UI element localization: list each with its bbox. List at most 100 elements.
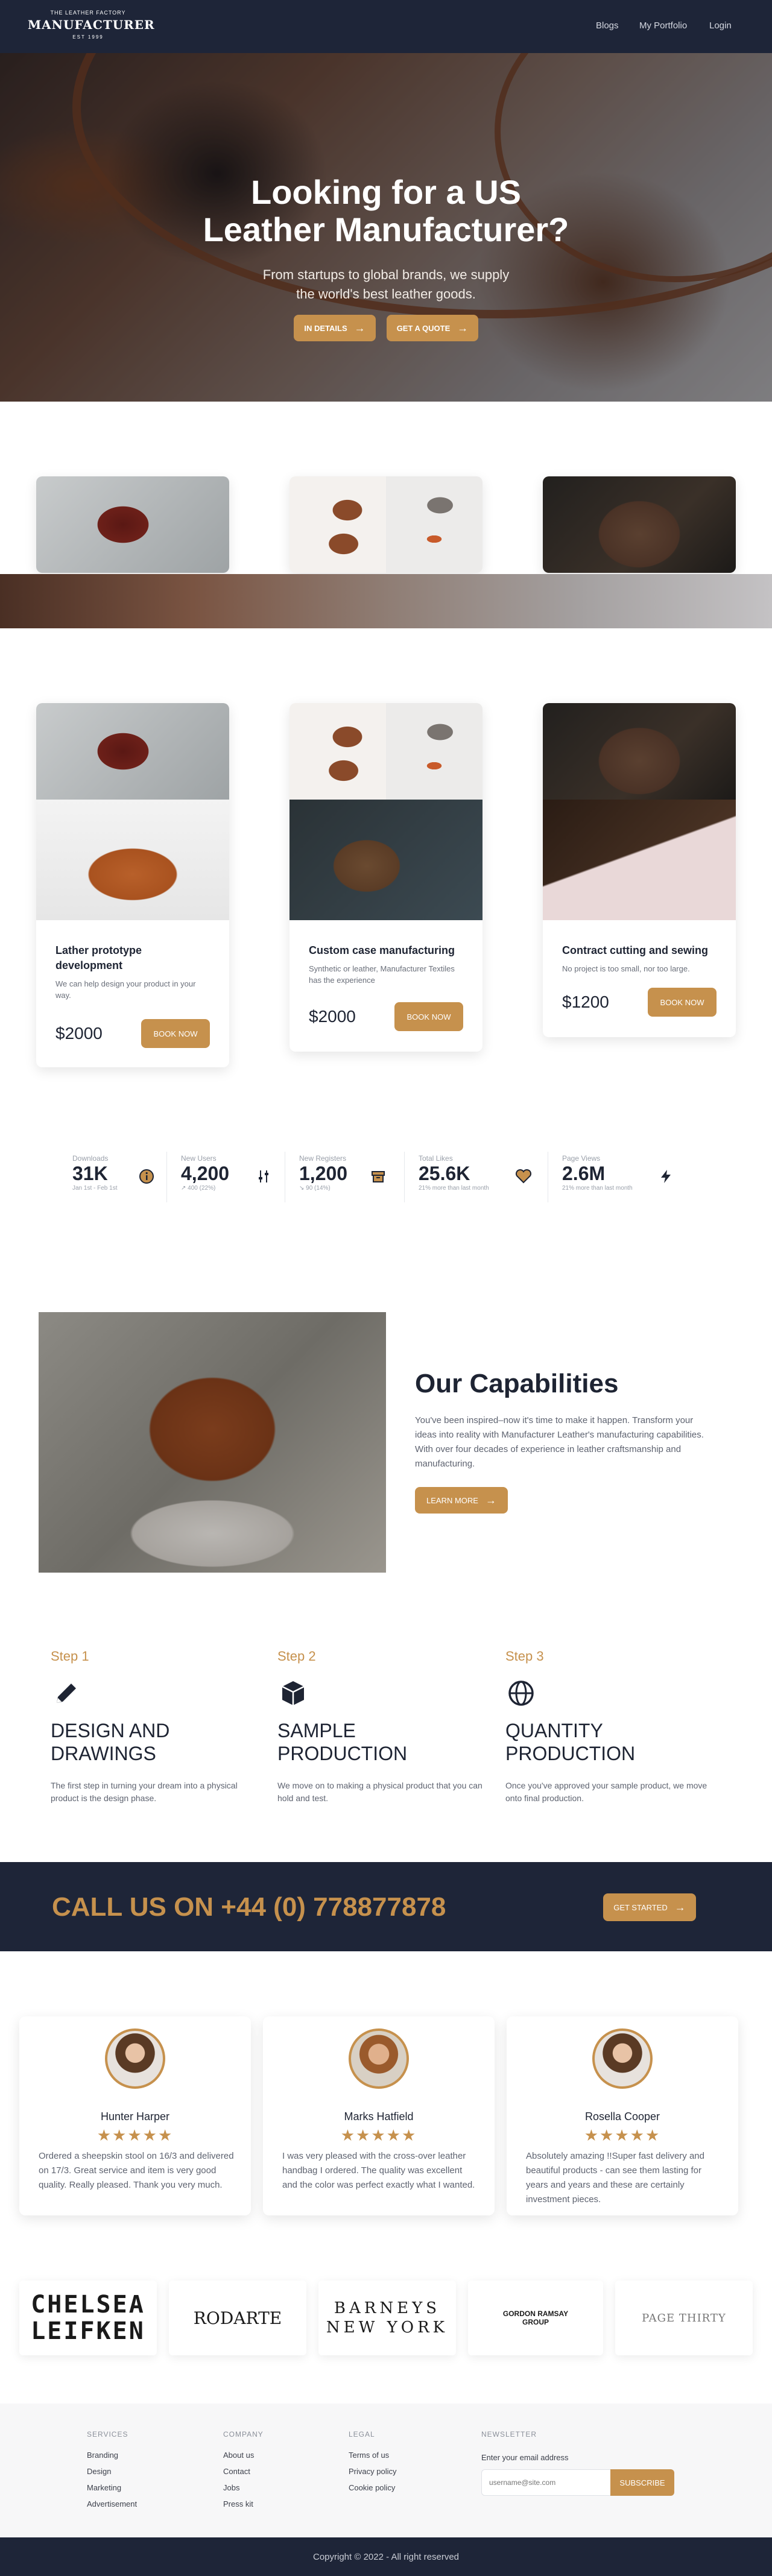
step-desc: Once you've approved your sample product… bbox=[505, 1781, 707, 1803]
product-price: $2000 bbox=[55, 1024, 103, 1043]
product-image-messenger-bag bbox=[36, 800, 229, 920]
book-now-button[interactable]: BOOK NOW bbox=[648, 988, 717, 1017]
footer-link[interactable]: Privacy policy bbox=[349, 2467, 396, 2476]
step-title-line1: QUANTITY bbox=[505, 1720, 603, 1741]
footer-link[interactable]: Branding bbox=[87, 2451, 137, 2460]
leather-image-band bbox=[0, 574, 772, 628]
newsletter-form: SUBSCRIBE bbox=[481, 2469, 674, 2496]
product-card: Contract cutting and sewing No project i… bbox=[543, 703, 736, 1037]
brand-line1: GORDON RAMSAY bbox=[502, 2309, 569, 2318]
step-title-line2: PRODUCTION bbox=[277, 1743, 408, 1764]
in-details-button[interactable]: IN DETAILS → bbox=[294, 315, 376, 341]
footer-link[interactable]: About us bbox=[223, 2451, 264, 2460]
cube-icon bbox=[282, 1681, 305, 1705]
star-rating-icon: ★★★★★ bbox=[584, 2126, 661, 2144]
footer-legal: LEGAL Terms of us Privacy policy Cookie … bbox=[349, 2430, 396, 2492]
brand-line1: RODARTE bbox=[193, 2308, 282, 2328]
get-started-button[interactable]: GET STARTED → bbox=[603, 1893, 696, 1921]
product-image-case bbox=[290, 800, 482, 920]
product-desc: Synthetic or leather, Manufacturer Texti… bbox=[309, 964, 455, 985]
testimonial-card: Hunter Harper ★★★★★ Ordered a sheepskin … bbox=[19, 2016, 251, 2215]
star-rating-icon: ★★★★★ bbox=[340, 2126, 417, 2144]
newsletter-label: Enter your email address bbox=[481, 2453, 569, 2462]
testimonial-text: Ordered a sheepskin stool on 16/3 and de… bbox=[39, 2151, 234, 2190]
step-label: Step 3 bbox=[505, 1649, 544, 1664]
stat-value: 1,200 bbox=[299, 1163, 348, 1184]
step-label: Step 1 bbox=[51, 1649, 89, 1664]
step-title-line1: DESIGN AND bbox=[51, 1720, 170, 1741]
stat-note: Jan 1st - Feb 1st bbox=[72, 1185, 118, 1192]
footer-link[interactable]: Advertisement bbox=[87, 2499, 137, 2508]
step-label: Step 2 bbox=[277, 1649, 316, 1664]
avatar bbox=[105, 2028, 165, 2089]
footer-link[interactable]: Terms of us bbox=[349, 2451, 396, 2460]
footer-services: SERVICES Branding Design Marketing Adver… bbox=[87, 2430, 137, 2508]
footer-newsletter: NEWSLETTER Enter your email address SUBS… bbox=[481, 2430, 674, 2496]
brand-line2: NEW YORK bbox=[326, 2319, 449, 2337]
product-image-shoes bbox=[290, 703, 482, 800]
step-title-line2: PRODUCTION bbox=[505, 1743, 636, 1764]
copyright-bar: Copyright © 2022 - All right reserved bbox=[0, 2537, 772, 2576]
subscribe-button[interactable]: SUBSCRIBE bbox=[610, 2469, 674, 2496]
stat-downloads: Downloads 31K Jan 1st - Feb 1st bbox=[72, 1154, 169, 1192]
stat-label: New Registers bbox=[299, 1154, 347, 1163]
footer-heading: LEGAL bbox=[349, 2430, 375, 2439]
site-logo[interactable]: THE LEATHER FACTORY MANUFACTURER EST 199… bbox=[28, 8, 154, 46]
capabilities-title: Our Capabilities bbox=[415, 1369, 619, 1398]
step-desc: We move on to making a physical product … bbox=[277, 1781, 482, 1803]
testimonial-name: Marks Hatfield bbox=[344, 2110, 414, 2123]
footer-heading: SERVICES bbox=[87, 2430, 128, 2439]
hero-subtitle-line2: the world's best leather goods. bbox=[296, 286, 476, 301]
product-title: Custom case manufacturing bbox=[309, 944, 455, 956]
logo-est: EST 1999 bbox=[72, 34, 104, 40]
pencil-icon bbox=[57, 1684, 76, 1703]
avatar bbox=[349, 2028, 409, 2089]
stat-note: 21% more than last month bbox=[562, 1185, 633, 1192]
stat-total-likes: Total Likes 25.6K 21% more than last mon… bbox=[419, 1154, 545, 1192]
get-quote-button[interactable]: GET A QUOTE → bbox=[387, 315, 478, 341]
product-card: Custom case manufacturing Synthetic or l… bbox=[290, 703, 482, 1052]
nav-link-blogs[interactable]: Blogs bbox=[596, 21, 619, 31]
heart-icon bbox=[515, 1169, 532, 1184]
newsletter-email-input[interactable] bbox=[481, 2469, 610, 2496]
stat-label: Page Views bbox=[562, 1154, 601, 1163]
product-preview-shoes bbox=[290, 476, 482, 573]
site-footer: SERVICES Branding Design Marketing Adver… bbox=[0, 2404, 772, 2537]
step-1: Step 1 DESIGN AND DRAWINGS The first ste… bbox=[51, 1649, 268, 1805]
arrow-right-icon: → bbox=[457, 322, 469, 334]
footer-link[interactable]: Jobs bbox=[223, 2483, 264, 2492]
hero-title-line1: Looking for a US bbox=[251, 173, 521, 211]
product-image-cutting bbox=[543, 800, 736, 920]
testimonial-name: Rosella Cooper bbox=[584, 2110, 660, 2123]
book-now-button[interactable]: BOOK NOW bbox=[141, 1019, 210, 1048]
learn-more-label: LEARN MORE bbox=[426, 1495, 478, 1505]
brand-line1: BARNEYS bbox=[334, 2299, 441, 2317]
nav-link-portfolio[interactable]: My Portfolio bbox=[639, 21, 687, 31]
footer-link[interactable]: Contact bbox=[223, 2467, 264, 2476]
learn-more-button[interactable]: LEARN MORE → bbox=[415, 1487, 508, 1514]
globe-icon bbox=[508, 1681, 534, 1706]
footer-link[interactable]: Cookie policy bbox=[349, 2483, 396, 2492]
stat-label: New Users bbox=[181, 1154, 217, 1163]
hero-subtitle: From startups to global brands, we suppl… bbox=[0, 265, 772, 304]
avatar bbox=[592, 2028, 653, 2089]
footer-heading: COMPANY bbox=[223, 2430, 264, 2439]
arrow-right-icon: → bbox=[674, 1901, 686, 1913]
footer-company: COMPANY About us Contact Jobs Press kit bbox=[223, 2430, 264, 2508]
book-now-button[interactable]: BOOK NOW bbox=[394, 1002, 463, 1031]
testimonial-card: Rosella Cooper ★★★★★ Absolutely amazing … bbox=[507, 2016, 738, 2215]
nav-link-login[interactable]: Login bbox=[709, 21, 732, 31]
brand-line2: LEIFKEN bbox=[31, 2317, 145, 2345]
brand-logo-rodarte: RODARTE bbox=[169, 2281, 306, 2355]
brand-logo-gordon-ramsay: GORDON RAMSAY GROUP bbox=[468, 2281, 603, 2355]
testimonial-card: Marks Hatfield ★★★★★ I was very pleased … bbox=[263, 2016, 495, 2215]
step-title: QUANTITY PRODUCTION bbox=[505, 1719, 723, 1765]
step-title-line1: SAMPLE bbox=[277, 1720, 356, 1741]
stat-divider bbox=[166, 1152, 167, 1202]
product-card: Lather prototype development We can help… bbox=[36, 703, 229, 1067]
footer-link[interactable]: Marketing bbox=[87, 2483, 137, 2492]
brand-line1: CHELSEA bbox=[31, 2291, 145, 2319]
footer-link[interactable]: Press kit bbox=[223, 2499, 264, 2508]
footer-link[interactable]: Design bbox=[87, 2467, 137, 2476]
stat-note: 21% more than last month bbox=[419, 1185, 489, 1192]
